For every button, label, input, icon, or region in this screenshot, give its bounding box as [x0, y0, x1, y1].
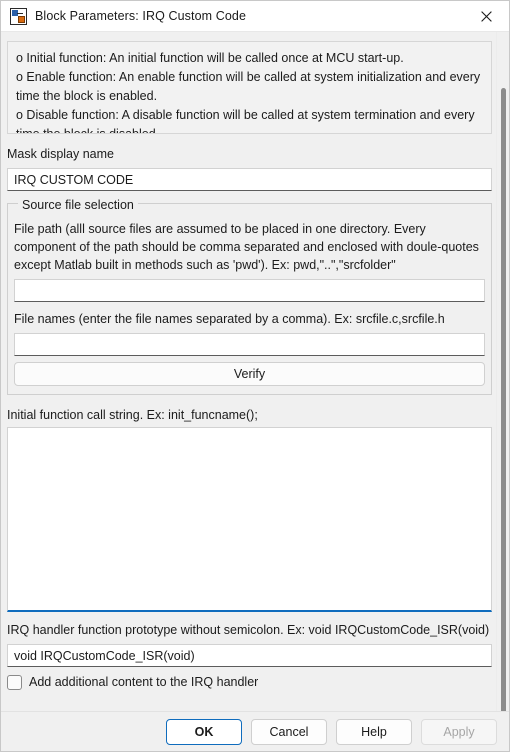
- dialog-footer: OK Cancel Help Apply: [1, 711, 509, 751]
- description-line: time the block is enabled.: [16, 89, 158, 103]
- verify-button[interactable]: Verify: [14, 362, 485, 386]
- help-button[interactable]: Help: [336, 718, 412, 745]
- checkbox-icon[interactable]: [7, 675, 22, 690]
- title-bar: Block Parameters: IRQ Custom Code: [1, 1, 509, 32]
- add-additional-content-checkbox-row[interactable]: Add additional content to the IRQ handle…: [7, 674, 492, 691]
- file-names-label: File names (enter the file names separat…: [14, 312, 445, 326]
- file-names-input[interactable]: [14, 333, 485, 356]
- description-line: o Enable function: An enable function wi…: [16, 70, 481, 84]
- add-additional-content-label: Add additional content to the IRQ handle…: [29, 675, 259, 689]
- irq-prototype-input[interactable]: void IRQCustomCode_ISR(void): [7, 644, 492, 667]
- block-parameters-dialog: Block Parameters: IRQ Custom Code o Init…: [0, 0, 510, 752]
- description-line: o Initial function: An initial function …: [16, 51, 404, 65]
- parameters-content: o Initial function: An initial function …: [1, 32, 498, 711]
- description-line: o Disable function: A disable function w…: [16, 108, 475, 122]
- description-panel: o Initial function: An initial function …: [7, 41, 492, 134]
- source-file-selection-group: Source file selection File path (alll so…: [7, 198, 492, 395]
- source-file-selection-title: Source file selection: [18, 198, 138, 212]
- mask-display-name-input[interactable]: IRQ CUSTOM CODE: [7, 168, 492, 191]
- initial-function-call-label: Initial function call string. Ex: init_f…: [7, 408, 258, 422]
- cancel-button[interactable]: Cancel: [251, 718, 327, 745]
- apply-button: Apply: [421, 718, 497, 745]
- vertical-scrollbar[interactable]: [496, 32, 509, 711]
- mask-display-name-label: Mask display name: [7, 147, 114, 161]
- file-path-label: File path (alll source files are assumed…: [14, 222, 479, 272]
- simulink-block-icon: [10, 7, 27, 25]
- dialog-body: o Initial function: An initial function …: [1, 32, 509, 711]
- close-icon[interactable]: [464, 1, 509, 32]
- file-path-input[interactable]: [14, 279, 485, 302]
- description-line: time the block is disabled.: [16, 127, 160, 134]
- scrollbar-thumb[interactable]: [501, 88, 506, 711]
- ok-button[interactable]: OK: [166, 718, 242, 745]
- initial-function-call-textarea[interactable]: [7, 427, 492, 612]
- window-title: Block Parameters: IRQ Custom Code: [35, 9, 247, 23]
- irq-prototype-label: IRQ handler function prototype without s…: [7, 623, 490, 637]
